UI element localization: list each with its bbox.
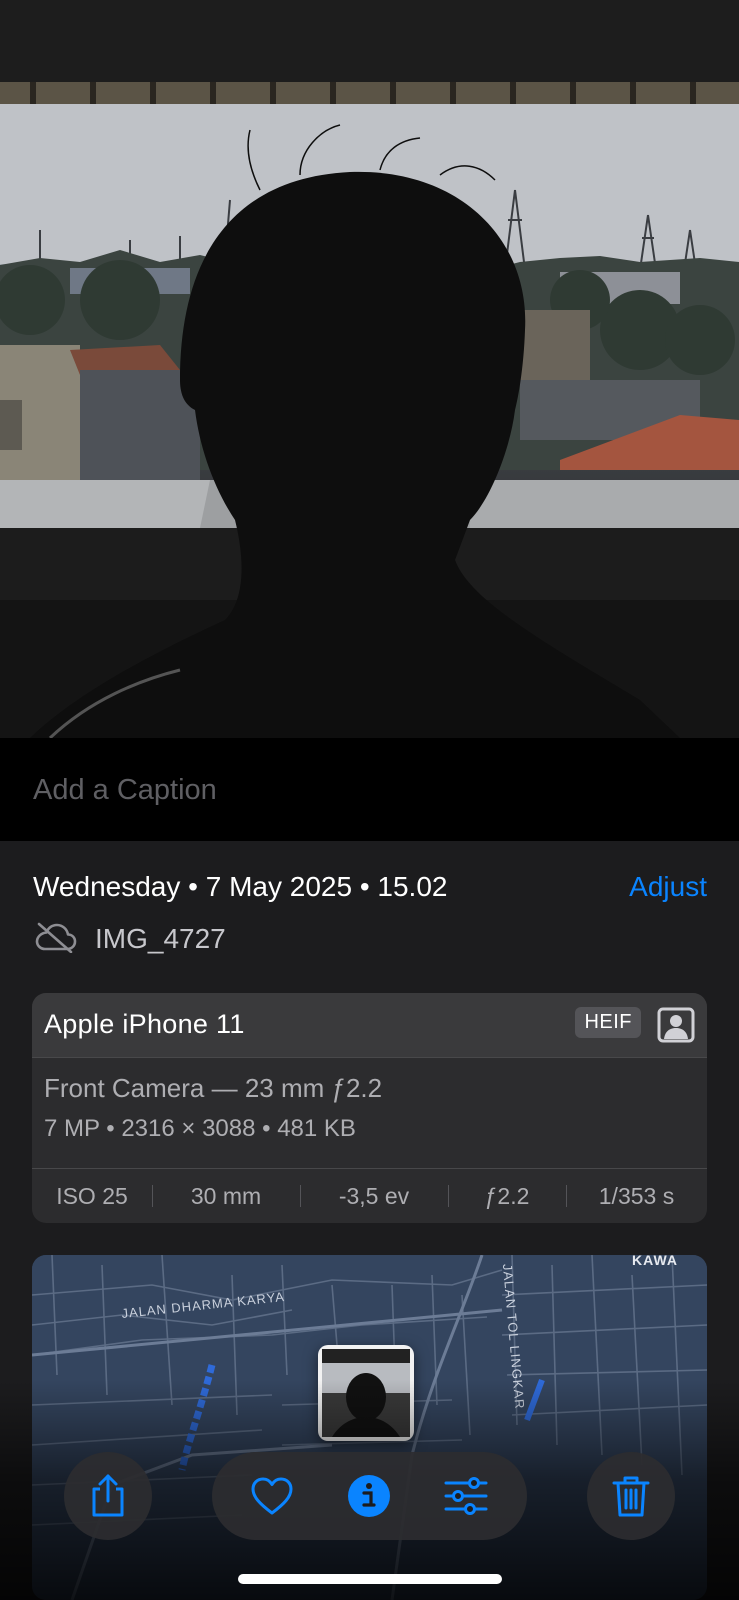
map-area-label: KAWA [632, 1255, 678, 1268]
adjust-date-button[interactable]: Adjust [629, 871, 707, 903]
photo-image [0, 0, 739, 738]
exif-details-row: ISO 25 30 mm -3,5 ev ƒ2.2 1/353 s [32, 1169, 707, 1223]
caption-input[interactable] [33, 770, 693, 810]
cloud-slash-icon [35, 922, 77, 953]
info-button[interactable] [329, 1452, 409, 1540]
image-specs: 7 MP • 2316 × 3088 • 481 KB [44, 1115, 356, 1142]
share-button[interactable] [64, 1452, 152, 1540]
share-icon [92, 1474, 124, 1517]
info-icon [348, 1475, 390, 1517]
iso-value: ISO 25 [56, 1182, 128, 1209]
lens-info: Front Camera — 23 mm ƒ2.2 [44, 1073, 383, 1103]
favorite-button[interactable] [232, 1452, 312, 1540]
home-indicator [238, 1574, 502, 1584]
aperture-value: ƒ2.2 [448, 1183, 566, 1210]
focal-length-value: 30 mm [152, 1183, 300, 1210]
center-action-group [212, 1452, 527, 1540]
portrait-person-icon [657, 1007, 695, 1043]
sliders-icon [444, 1477, 488, 1515]
capture-date: Wednesday • 7 May 2025 • 15.02 [33, 871, 448, 902]
exif-card: Apple iPhone 11 HEIF Front Camera — 23 m… [32, 993, 707, 1223]
shutter-speed-value: 1/353 s [566, 1183, 707, 1210]
trash-icon [612, 1476, 650, 1517]
caption-area [0, 738, 739, 841]
photo-view[interactable] [0, 0, 739, 738]
edit-button[interactable] [426, 1452, 506, 1540]
exposure-value: -3,5 ev [300, 1183, 448, 1210]
heart-icon [251, 1477, 293, 1515]
device-name: Apple iPhone 11 [44, 1009, 245, 1039]
format-badge: HEIF [575, 1007, 641, 1038]
exif-header: Apple iPhone 11 HEIF [32, 993, 707, 1058]
delete-button[interactable] [587, 1452, 675, 1540]
file-name: IMG_4727 [95, 923, 226, 954]
